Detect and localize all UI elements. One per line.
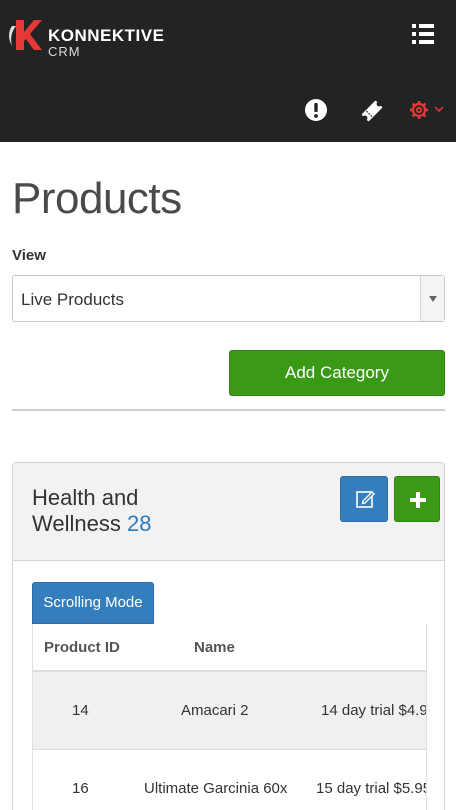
top-navbar: KONNEKTIVE CRM — [0, 0, 456, 142]
product-offer-cell: 15 day trial $5.95 — [316, 780, 427, 797]
column-header-name[interactable]: Name — [194, 639, 235, 656]
ticket-icon[interactable] — [359, 98, 385, 124]
page-title: Products — [12, 174, 182, 223]
add-product-button[interactable] — [394, 476, 440, 522]
product-id-cell: 14 — [72, 702, 89, 719]
category-name: Health and Wellness — [32, 485, 139, 536]
divider — [12, 409, 445, 411]
scrolling-mode-button[interactable]: Scrolling Mode — [32, 582, 154, 624]
plus-icon — [410, 492, 426, 508]
product-name-cell: Ultimate Garcinia 60x — [144, 780, 288, 797]
category-panel: Health and Wellness 28 Scrolling Mode Pr… — [12, 462, 445, 810]
gear-icon — [410, 101, 444, 119]
logo-text-primary: KONNEKTIVE — [48, 26, 165, 45]
product-name-cell: Amacari 2 — [181, 702, 249, 719]
table-row[interactable]: 14 Amacari 2 14 day trial $4.95 — [33, 672, 427, 750]
panel-header: Health and Wellness 28 — [13, 463, 444, 561]
category-title: Health and Wellness 28 — [32, 485, 232, 537]
table-header: Product ID Name — [33, 624, 426, 672]
category-count: 28 — [126, 511, 152, 536]
edit-icon — [356, 491, 375, 508]
edit-category-button[interactable] — [340, 476, 388, 522]
logo-text-secondary: CRM — [48, 44, 81, 59]
menu-icon[interactable] — [410, 22, 436, 46]
alert-icon[interactable] — [304, 98, 328, 122]
logo-icon — [7, 15, 42, 55]
view-select[interactable]: Live Products — [12, 275, 445, 322]
add-category-button[interactable]: Add Category — [229, 350, 445, 396]
settings-dropdown[interactable] — [408, 98, 448, 122]
products-table: Product ID Name 14 Amacari 2 14 day tria… — [32, 624, 427, 810]
view-label: View — [12, 247, 46, 264]
view-select-value: Live Products — [21, 290, 124, 309]
product-offer-cell: 14 day trial $4.95 — [321, 702, 427, 719]
table-row[interactable]: 16 Ultimate Garcinia 60x 15 day trial $5… — [33, 750, 427, 810]
column-header-product-id[interactable]: Product ID — [44, 639, 120, 656]
product-id-cell: 16 — [72, 780, 89, 797]
chevron-down-icon[interactable] — [420, 276, 444, 321]
